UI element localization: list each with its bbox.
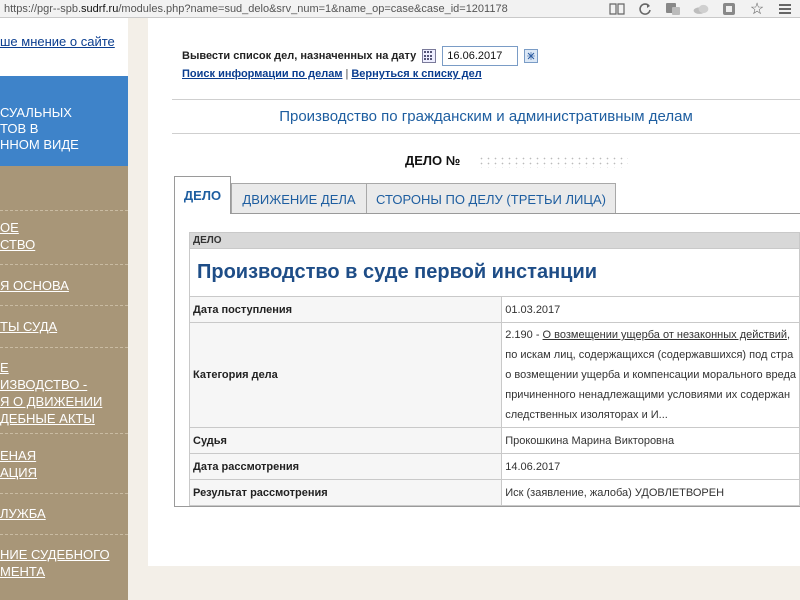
sidebar-divider	[0, 534, 128, 535]
case-number: ДЕЛО №	[405, 153, 629, 168]
row-value: 2.190 - О возмещении ущерба от незаконны…	[501, 322, 800, 428]
row-value: 01.03.2017	[501, 296, 800, 323]
feedback-link[interactable]: ше мнение о сайте	[0, 34, 115, 49]
redacted-case-number	[478, 155, 629, 168]
case-links: Поиск информации по делам | Вернуться к сп…	[182, 68, 482, 80]
sidebar-item-2[interactable]: Я ОСНОВА	[0, 277, 128, 294]
row-label: Судья	[188, 427, 503, 454]
table-header: ДЕЛО	[189, 232, 800, 249]
translate-icon[interactable]	[664, 2, 682, 16]
sidebar-item-3[interactable]: ТЫ СУДА	[0, 318, 128, 335]
category-line: 2.190 - О возмещении ущерба от незаконны…	[505, 325, 796, 345]
apply-date-button[interactable]	[524, 49, 539, 63]
feedback-area: ше мнение о сайте	[0, 18, 128, 76]
category-line: причиненного ненадлежащими условиями их …	[505, 389, 791, 401]
sidebar-active-label: СУАЛЬНЫХ ТОВ В ННОМ ВИДЕ	[0, 105, 79, 152]
category-link-tail: ,	[787, 329, 791, 341]
tab-case-movement[interactable]: ДВИЖЕНИЕ ДЕЛА	[231, 183, 367, 215]
sidebar-divider	[0, 493, 128, 494]
sidebar-divider	[0, 347, 128, 348]
menu-icon[interactable]	[776, 2, 794, 16]
category-line: следственных изоляторах и И...	[505, 409, 668, 421]
sidebar-item-5[interactable]: ЕНАЯ АЦИЯ	[0, 447, 128, 481]
extension-icon[interactable]	[720, 2, 738, 16]
table-row: Дата поступления 01.03.2017	[188, 296, 800, 323]
row-label: Результат рассмотрения	[188, 479, 503, 506]
date-filter: Вывести список дел, назначенных на дату	[182, 46, 539, 66]
tab-parties[interactable]: СТОРОНЫ ПО ДЕЛУ (ТРЕТЬИ ЛИЦА)	[366, 183, 616, 215]
instance-title: Производство в суде первой инстанции	[189, 248, 800, 297]
row-label: Дата поступления	[188, 296, 503, 323]
sidebar-divider	[0, 264, 128, 265]
sidebar-divider	[0, 305, 128, 306]
sidebar-item-1[interactable]: ОЕ СТВО	[0, 219, 128, 253]
date-input[interactable]	[442, 46, 519, 66]
calendar-icon[interactable]	[422, 49, 437, 63]
section-title: Производство по гражданским и администра…	[279, 108, 693, 125]
category-code: 2.190 -	[505, 329, 543, 341]
case-number-label: ДЕЛО №	[405, 153, 461, 168]
table-row: Судья Прокошкина Марина Викторовна	[188, 427, 800, 454]
row-label: Дата рассмотрения	[188, 453, 503, 480]
case-details-table: ДЕЛО Производство в суде первой инстанци…	[188, 232, 800, 506]
category-line: о возмещении ущерба и компенсации мораль…	[505, 369, 796, 381]
reader-icon[interactable]	[608, 2, 626, 16]
sidebar-menu: ОЕ СТВО Я ОСНОВА ТЫ СУДА Е ИЗВОДСТВО - Я…	[0, 166, 128, 600]
row-value: 14.06.2017	[501, 453, 800, 480]
sidebar-item-7[interactable]: НИЕ СУДЕБНОГО МЕНТА	[0, 546, 128, 580]
browser-address-bar[interactable]: https://pgr--spb.sudrf.ru/modules.php?na…	[0, 0, 800, 18]
tab-case[interactable]: ДЕЛО	[174, 176, 231, 214]
category-link[interactable]: О возмещении ущерба от незаконных действ…	[543, 329, 788, 341]
url-prefix: https://pgr--spb.	[4, 2, 82, 15]
weather-icon[interactable]	[692, 2, 710, 16]
divider	[172, 133, 800, 134]
table-row: Категория дела 2.190 - О возмещении ущер…	[188, 322, 800, 428]
link-separator: |	[345, 68, 349, 80]
back-to-list-link[interactable]: Вернуться к списку дел	[351, 68, 481, 80]
table-row: Результат рассмотрения Иск (заявление, ж…	[188, 479, 800, 506]
refresh-icon[interactable]	[636, 2, 654, 16]
date-filter-label: Вывести список дел, назначенных на дату	[182, 50, 417, 62]
sidebar-item-6[interactable]: ЛУЖБА	[0, 505, 128, 522]
star-icon[interactable]: ☆	[748, 1, 766, 18]
sidebar-divider	[0, 210, 128, 211]
sidebar-active-item[interactable]: СУАЛЬНЫХ ТОВ В ННОМ ВИДЕ	[0, 76, 128, 166]
url-path: /modules.php?name=sud_delo&srv_num=1&nam…	[118, 2, 508, 15]
divider	[172, 99, 800, 100]
row-value: Иск (заявление, жалоба) УДОВЛЕТВОРЕН	[501, 479, 800, 506]
sidebar-divider	[0, 433, 128, 434]
search-cases-link[interactable]: Поиск информации по делам	[182, 68, 342, 80]
row-label: Категория дела	[188, 322, 503, 428]
url-domain: sudrf.ru	[81, 2, 119, 15]
sidebar-item-4[interactable]: Е ИЗВОДСТВО - Я О ДВИЖЕНИИ ДЕБНЫЕ АКТЫ	[0, 359, 128, 427]
table-row: Дата рассмотрения 14.06.2017	[188, 453, 800, 480]
row-value: Прокошкина Марина Викторовна	[501, 427, 800, 454]
category-line: по искам лиц, содержащихся (содержавшихс…	[505, 349, 794, 361]
url-field[interactable]: https://pgr--spb.sudrf.ru/modules.php?na…	[0, 3, 608, 15]
